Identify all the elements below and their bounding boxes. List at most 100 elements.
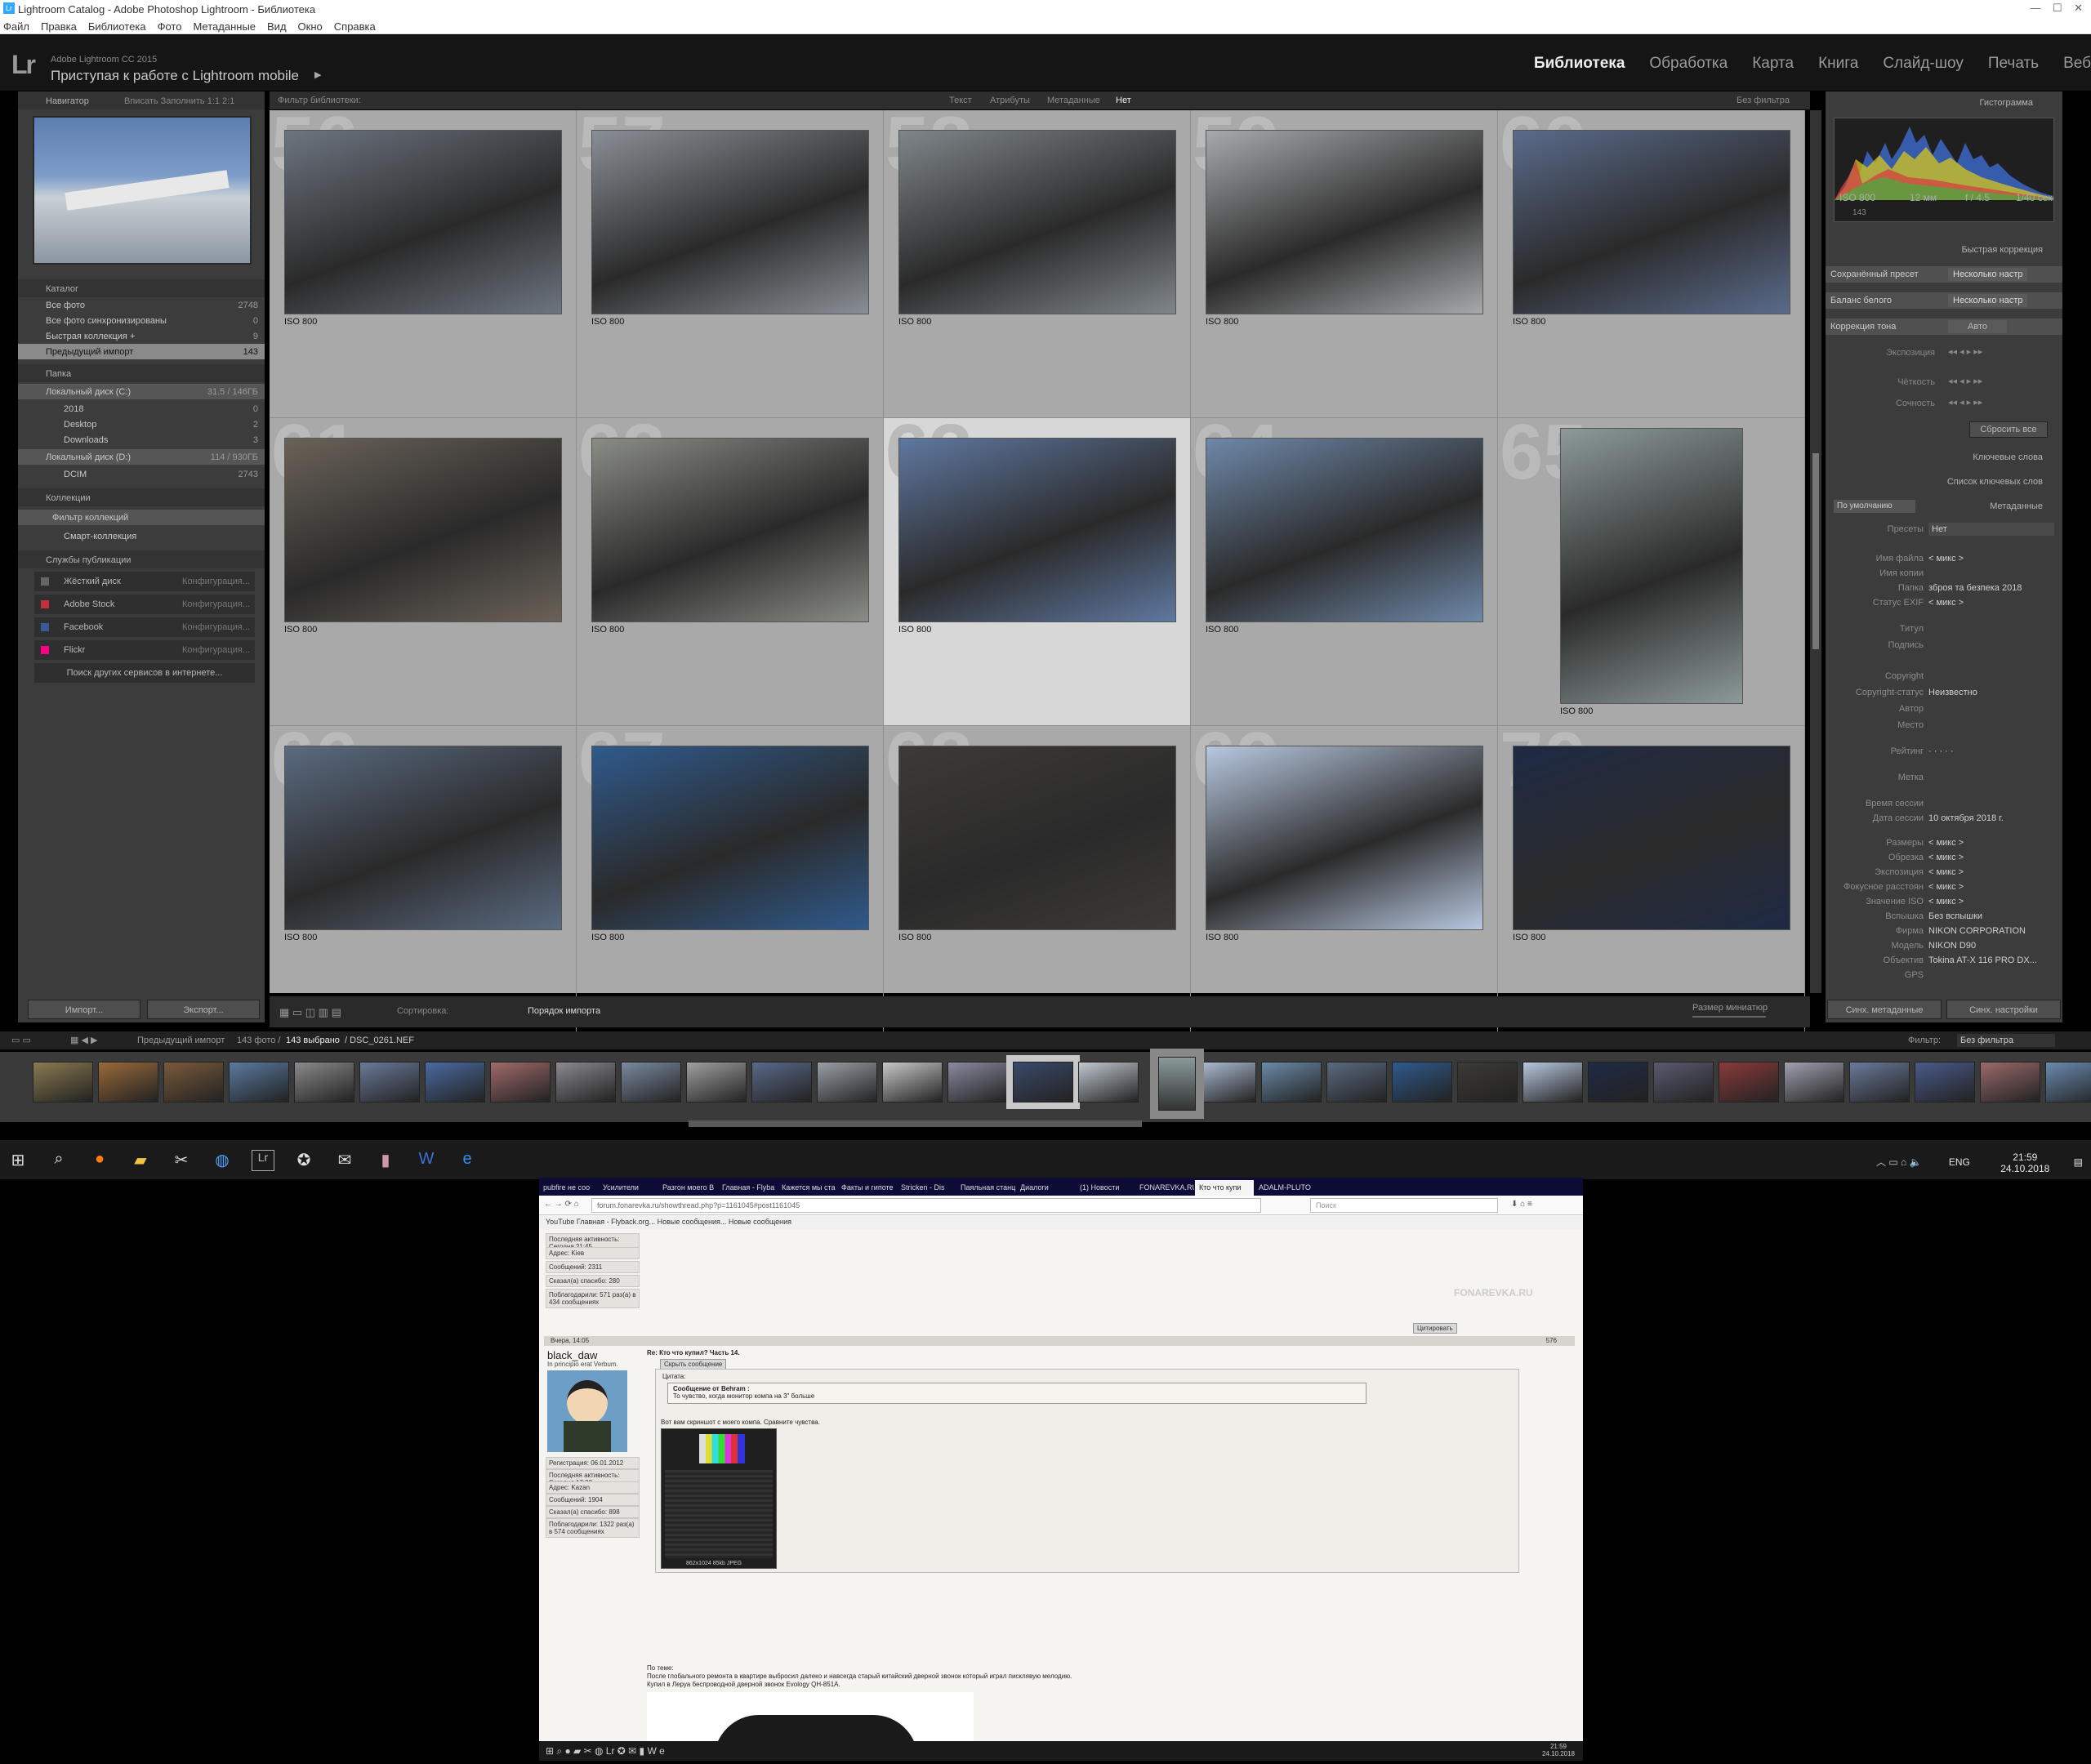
grid-cell[interactable]: 63ISO 800 [884,418,1191,726]
nav-back-forward-icons[interactable]: ← → ⟳ ⌂ [544,1200,579,1209]
publish-service-config[interactable]: Конфигурация... [182,645,250,655]
browser-tab[interactable]: Диалоги [1016,1180,1075,1196]
url-input[interactable]: forum.fonarevka.ru/showthread.php?p=1161… [591,1198,1261,1213]
notification-icon[interactable]: ▤ [2074,1156,2083,1168]
browser-tab[interactable]: FONAREVKA.RU [1135,1180,1194,1196]
photo-thumbnail[interactable] [591,438,869,622]
word-icon[interactable]: W [415,1150,438,1171]
module-5[interactable]: Печать [1988,55,2039,72]
menu-item[interactable]: Вид [267,20,287,33]
menu-item[interactable]: Файл [3,20,29,33]
filmstrip-thumb[interactable] [359,1062,420,1102]
grid-cell[interactable]: 56ISO 800 [270,110,577,418]
metadata-value[interactable]: < микс > [1928,554,2051,564]
collections-header[interactable]: Коллекции [18,488,265,506]
metadata-value[interactable]: < микс > [1928,867,2051,877]
catalog-header[interactable]: Каталог [18,279,265,297]
grid-cell[interactable]: 59ISO 800 [1191,110,1498,418]
photo-thumbnail[interactable] [284,130,562,314]
metadata-value[interactable]: · · · · · [1928,746,2051,756]
keyword-list-title[interactable]: Список ключевых слов [1947,477,2043,487]
mobile-label[interactable]: Приступая к работе с Lightroom mobile [51,68,299,84]
import-button[interactable]: Импорт... [28,1000,140,1019]
module-0[interactable]: Библиотека [1534,55,1625,72]
publish-header[interactable]: Службы публикации [18,550,265,568]
menu-item[interactable]: Метаданные [193,20,256,33]
quote-button-prev[interactable]: Цитировать [1413,1323,1457,1334]
filmstrip-thumb[interactable] [555,1062,616,1102]
filmstrip-thumb[interactable] [1849,1062,1910,1102]
grid-cell[interactable]: 64ISO 800 [1191,418,1498,726]
wb-row[interactable]: Баланс белого Несколько настр [1826,292,2062,309]
navigator-modes[interactable]: Вписать Заполнить 1:1 2:1 [124,96,234,106]
catalog-item[interactable]: Все фото 2748 [18,297,265,313]
module-1[interactable]: Обработка [1649,55,1728,72]
thumb-size-slider[interactable] [1692,1016,1766,1018]
grid-cell[interactable]: 65 ISO 800 [1498,418,1805,726]
explorer-icon[interactable]: ▰ [129,1150,152,1171]
clarity-arrows[interactable]: ◂◂ ◂ ▸ ▸▸ [1948,376,1982,386]
photo-thumbnail[interactable] [1206,130,1483,314]
folder-item[interactable]: 2018 0 [18,401,265,416]
tray-icons[interactable]: ︿ ▭ ⌂ 🔈 [1876,1156,1922,1168]
catalog-item[interactable]: Быстрая коллекция + 9 [18,328,265,344]
grid-icon[interactable]: ▦ ◀ ▶ [70,1035,97,1045]
filmstrip-thumb[interactable] [1006,1055,1080,1109]
filter-preset[interactable]: Без фильтра [1737,96,1790,105]
search-icon[interactable]: ⌕ [47,1150,70,1171]
filmstrip-thumb[interactable] [1915,1062,1975,1102]
find-services-button[interactable]: Поиск других сервисов в интернете... [34,663,255,683]
grid-scroll-thumb[interactable] [1812,453,1819,649]
photo-thumbnail[interactable] [1206,746,1483,930]
window-controls[interactable]: — ☐ ✕ [2031,2,2083,15]
disk-c[interactable]: Локальный диск (C:) 31.5 / 146ГБ [18,384,265,399]
filmstrip-thumb[interactable] [33,1062,93,1102]
exposure-arrows[interactable]: ◂◂ ◂ ▸ ▸▸ [1948,346,1982,357]
reset-all-button[interactable]: Сбросить все [1969,421,2048,438]
module-4[interactable]: Слайд-шоу [1883,55,1964,72]
menu-item[interactable]: Фото [158,20,182,33]
metadata-value[interactable]: NIKON CORPORATION [1928,926,2051,936]
start-icon[interactable]: ⊞ [7,1150,29,1171]
filmstrip-thumb[interactable] [425,1062,485,1102]
satellite-icon[interactable]: ✪ [292,1150,315,1171]
filmstrip-thumb[interactable] [1980,1062,2040,1102]
filmstrip-thumb[interactable] [1653,1062,1714,1102]
browser-tab[interactable]: Факты и гипоте [837,1180,896,1196]
browser-tab[interactable]: Разгон моего В [658,1180,717,1196]
saved-preset-value[interactable]: Несколько настр [1948,268,2028,281]
photo-thumbnail[interactable] [284,746,562,930]
photo-thumbnail[interactable] [284,438,562,622]
filmstrip-filter-value[interactable]: Без фильтра [1957,1034,2055,1047]
metadata-value[interactable]: < микс > [1928,882,2051,892]
quick-develop-title[interactable]: Быстрая коррекция [1961,245,2043,255]
metadata-value[interactable]: Tokina AT-X 116 PRO DX... [1928,956,2051,965]
photo-thumbnail[interactable] [898,130,1176,314]
grid-cell[interactable]: 58ISO 800 [884,110,1191,418]
vibrance-arrows[interactable]: ◂◂ ◂ ▸ ▸▸ [1948,397,1982,408]
mini-taskbar-icons[interactable]: ⊞ ⌕ ● ▰ ✂ ◍ Lr ✪ ✉ ▮ W e [546,1745,665,1757]
grid-cell[interactable]: 69ISO 800 [1191,726,1498,1034]
filmstrip-thumb[interactable] [1588,1062,1648,1102]
play-icon[interactable]: ▶ [314,69,321,80]
browser-menu-icons[interactable]: ⬇ ⌂ ≡ [1511,1200,1532,1209]
menu-item[interactable]: Правка [41,20,77,33]
metadata-value[interactable]: < микс > [1928,853,2051,862]
export-button[interactable]: Экспорт... [147,1000,260,1019]
grid-cell[interactable]: 68ISO 800 [884,726,1191,1034]
grid-cell[interactable]: 62ISO 800 [577,418,884,726]
menu-item[interactable]: Библиотека [88,20,146,33]
sort-value[interactable]: Порядок импорта [528,1006,600,1016]
browser-tab[interactable]: Усилители [599,1180,658,1196]
grid-cell[interactable]: 66ISO 800 [270,726,577,1034]
filmstrip-thumb[interactable] [229,1062,289,1102]
catalog-item[interactable]: Предыдущий импорт 143 [18,344,265,359]
browser-tab[interactable]: Кто что купи [1195,1180,1254,1196]
lightroom-icon[interactable]: Lr [252,1150,274,1171]
filmstrip-thumb[interactable] [2045,1062,2091,1102]
filmstrip-thumb[interactable] [1392,1062,1452,1102]
folders-header[interactable]: Папка [18,364,265,382]
filmstrip-thumb[interactable] [947,1062,1008,1102]
navigator-header[interactable]: Навигатор Вписать Заполнить 1:1 2:1 [18,91,265,109]
photo-thumbnail[interactable] [1513,130,1790,314]
